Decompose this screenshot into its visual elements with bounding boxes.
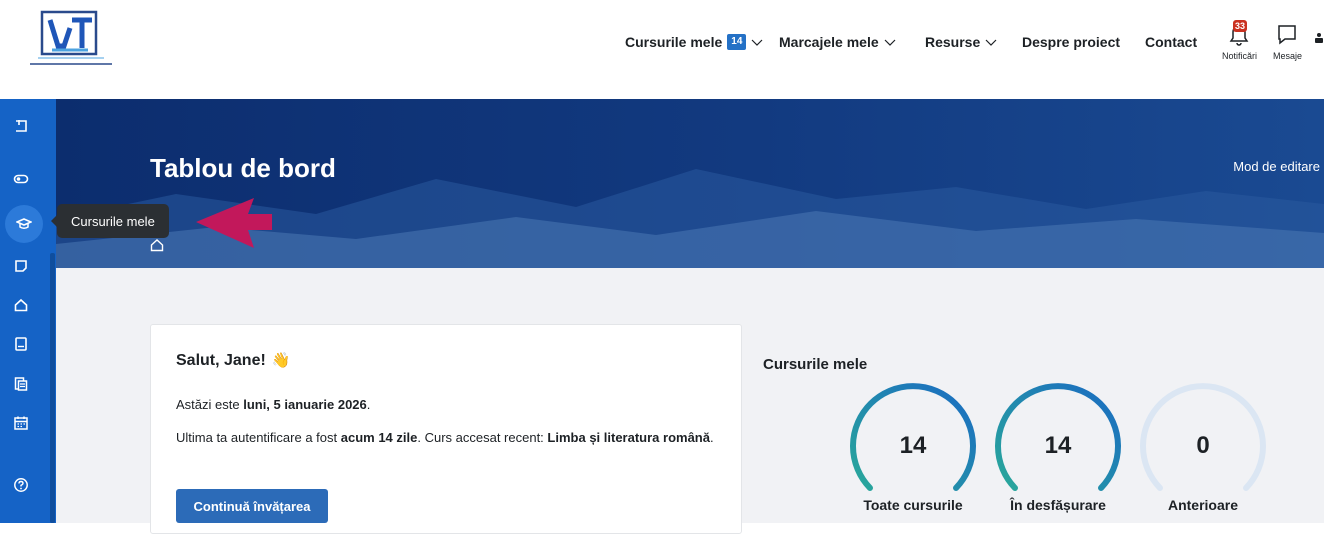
tooltip-text: Cursurile mele bbox=[71, 213, 155, 229]
last-login-ago: acum 14 zile bbox=[340, 430, 418, 445]
recent-course-link[interactable]: Limba și literatura română bbox=[547, 430, 710, 445]
greeting-heading: Salut, Jane! 👋 bbox=[176, 351, 291, 370]
nav-my-courses-label: Cursurile mele bbox=[625, 34, 723, 50]
gauge-all-courses[interactable]: 14 bbox=[848, 378, 978, 508]
rail-scrollbar[interactable] bbox=[50, 253, 55, 523]
gauge-past[interactable]: 0 bbox=[1138, 378, 1268, 508]
rail-item-notes[interactable] bbox=[0, 249, 42, 283]
left-nav-rail bbox=[0, 99, 56, 523]
toggle-icon bbox=[13, 174, 29, 184]
nav-my-courses[interactable]: Cursurile mele 14 bbox=[625, 31, 764, 53]
collapse-drawer-icon bbox=[16, 120, 27, 132]
rail-item-home[interactable] bbox=[0, 288, 42, 322]
nav-bookmarks-label: Marcajele mele bbox=[779, 34, 879, 50]
gauge-in-progress[interactable]: 14 bbox=[993, 378, 1123, 508]
messages-label: Mesaje bbox=[1273, 51, 1303, 61]
courses-count-badge: 14 bbox=[727, 34, 747, 50]
calendar-icon bbox=[14, 416, 28, 430]
document-icon bbox=[14, 377, 28, 391]
edit-mode-toggle[interactable]: Mod de editare bbox=[1233, 159, 1320, 174]
note-icon bbox=[15, 260, 27, 272]
all-courses-label: Toate cursurile bbox=[863, 497, 963, 513]
last-login-line: Ultima ta autentificare a fost acum 14 z… bbox=[176, 428, 716, 448]
chevron-down-icon bbox=[884, 39, 896, 46]
rail-item-help[interactable] bbox=[0, 468, 42, 502]
rail-item-calendar[interactable] bbox=[0, 406, 42, 440]
chevron-down-icon bbox=[985, 39, 997, 46]
recent-course-suffix: . bbox=[709, 430, 714, 445]
notifications-count-badge: 33 bbox=[1233, 20, 1248, 32]
annotation-arrow bbox=[196, 198, 272, 248]
recent-course-prefix: . Curs accesat recent: bbox=[417, 430, 548, 445]
nav-resources[interactable]: Resurse bbox=[925, 31, 998, 53]
in-progress-label: În desfășurare bbox=[1010, 497, 1106, 513]
nav-about[interactable]: Despre proiect bbox=[1022, 31, 1120, 53]
page-title: Tablou de bord bbox=[150, 153, 336, 183]
continue-learning-button[interactable]: Continuă învățarea bbox=[176, 489, 328, 523]
graduation-cap-icon bbox=[16, 218, 32, 229]
nav-about-label: Despre proiect bbox=[1022, 34, 1121, 50]
rail-item-collapse-drawer[interactable] bbox=[0, 109, 42, 143]
past-count: 0 bbox=[1196, 432, 1210, 459]
greeting-text: Salut, Jane! bbox=[176, 352, 266, 369]
breadcrumb-home-icon[interactable] bbox=[150, 238, 164, 252]
my-courses-heading: Cursurile mele bbox=[763, 356, 868, 373]
waving-hand-icon: 👋 bbox=[271, 352, 291, 369]
message-icon[interactable] bbox=[1276, 22, 1298, 48]
site-logo[interactable] bbox=[28, 8, 114, 68]
today-suffix: . bbox=[366, 397, 371, 412]
today-line: Astăzi este luni, 5 ianuarie 2026. bbox=[176, 397, 370, 412]
today-date: luni, 5 ianuarie 2026 bbox=[243, 397, 367, 412]
nav-resources-label: Resurse bbox=[925, 34, 981, 50]
help-icon bbox=[14, 478, 28, 492]
tablet-icon bbox=[15, 337, 27, 351]
last-login-prefix: Ultima ta autentificare a fost bbox=[176, 430, 341, 445]
notifications-label: Notificări bbox=[1222, 51, 1258, 61]
in-progress-count: 14 bbox=[1044, 432, 1072, 459]
nav-bookmarks[interactable]: Marcajele mele bbox=[779, 31, 897, 53]
rail-tooltip: Cursurile mele bbox=[51, 204, 169, 238]
rail-item-my-courses[interactable] bbox=[5, 205, 43, 243]
all-courses-count: 14 bbox=[899, 432, 927, 459]
past-label: Anterioare bbox=[1167, 497, 1239, 513]
nav-contact-label: Contact bbox=[1145, 34, 1198, 50]
rail-item-toggle[interactable] bbox=[0, 162, 42, 196]
home-icon bbox=[14, 298, 28, 312]
rail-item-tablet[interactable] bbox=[0, 327, 42, 361]
today-prefix: Astăzi este bbox=[176, 397, 244, 412]
chevron-down-icon bbox=[751, 39, 763, 46]
rail-item-documents[interactable] bbox=[0, 367, 42, 401]
top-navbar: Cursurile mele 14 Marcajele mele Resurse… bbox=[0, 0, 1324, 99]
nav-contact[interactable]: Contact bbox=[1145, 31, 1197, 53]
user-menu-icon[interactable] bbox=[1314, 32, 1324, 44]
